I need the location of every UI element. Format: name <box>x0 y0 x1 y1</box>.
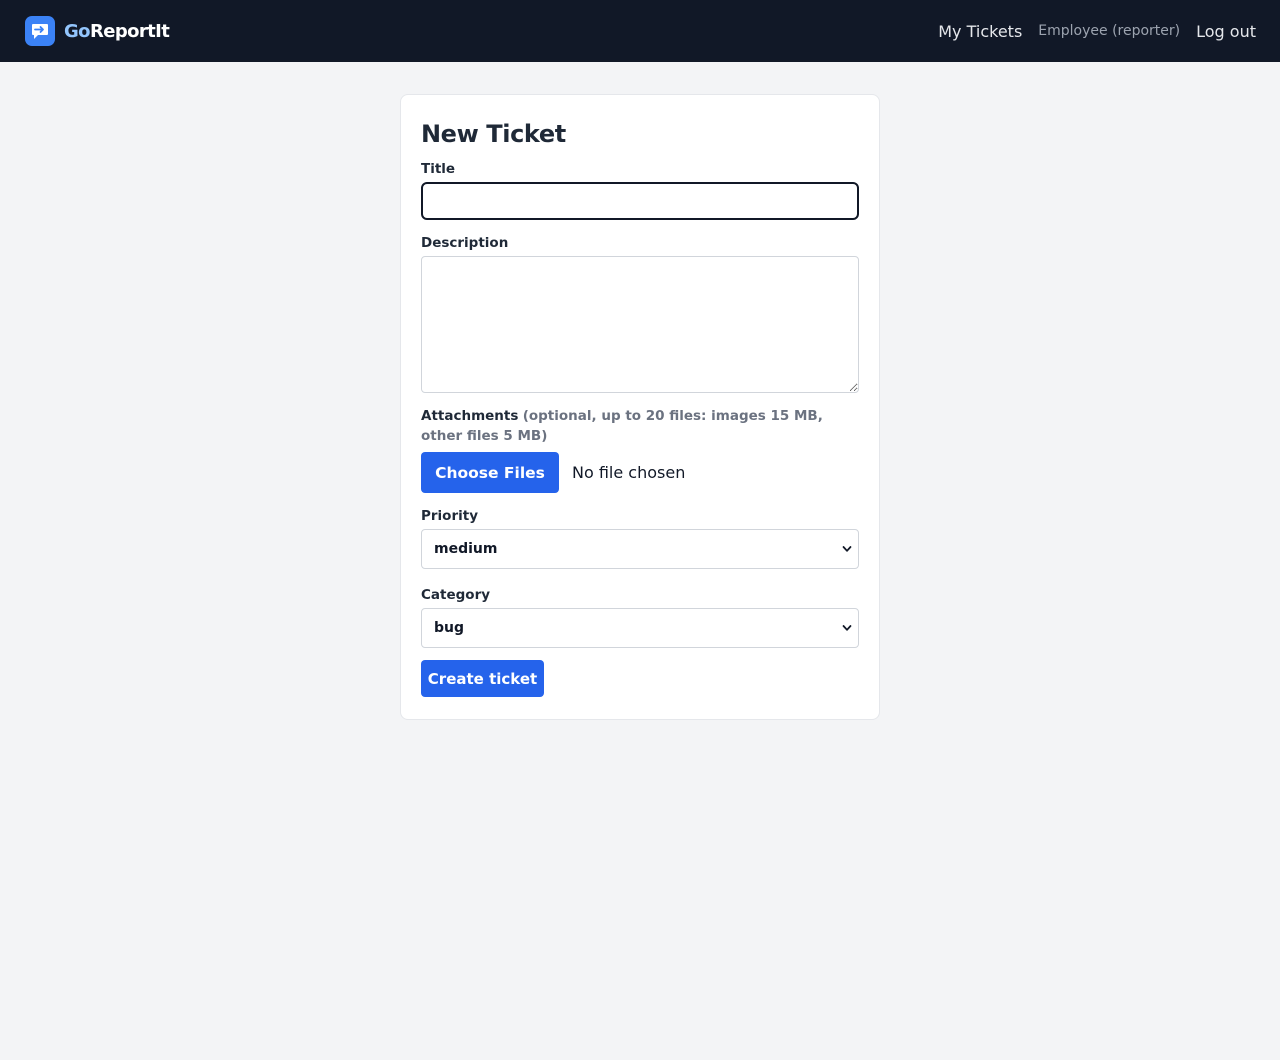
description-label: Description <box>421 235 509 251</box>
user-role-label: Employee (reporter) <box>1038 23 1181 39</box>
choose-files-button[interactable]: Choose Files <box>421 452 559 493</box>
brand-name-prefix: Go <box>64 20 91 42</box>
brand-name-suffix: ReportIt <box>89 20 170 42</box>
chevron-down-icon <box>842 546 852 552</box>
category-selected-value: bug <box>434 620 465 636</box>
description-textarea[interactable] <box>421 256 859 393</box>
page-title: New Ticket <box>421 120 566 148</box>
file-status-text: No file chosen <box>572 463 686 482</box>
category-select[interactable]: bug <box>421 608 859 648</box>
create-ticket-button[interactable]: Create ticket <box>421 660 544 697</box>
my-tickets-link[interactable]: My Tickets <box>938 22 1022 41</box>
attachments-label-text: Attachments <box>421 408 519 424</box>
attachments-label: Attachments (optional, up to 20 files: i… <box>421 406 859 446</box>
title-input[interactable] <box>421 182 859 220</box>
new-ticket-card: New Ticket Title Description Attachments… <box>400 94 880 720</box>
priority-select[interactable]: medium <box>421 529 859 569</box>
title-label: Title <box>421 161 456 177</box>
priority-label: Priority <box>421 508 478 524</box>
brand-link[interactable]: GoReportIt <box>25 16 170 46</box>
category-label: Category <box>421 587 491 603</box>
chevron-down-icon <box>842 625 852 631</box>
priority-selected-value: medium <box>434 541 498 557</box>
logout-link[interactable]: Log out <box>1196 22 1256 41</box>
brand-name: GoReportIt <box>64 20 170 42</box>
top-navbar: GoReportIt My Tickets Employee (reporter… <box>0 0 1280 62</box>
file-input: Choose Files No file chosen <box>421 452 859 493</box>
chat-bubble-arrow-icon <box>25 16 55 46</box>
header-nav: My Tickets Employee (reporter) Log out <box>938 22 1256 41</box>
